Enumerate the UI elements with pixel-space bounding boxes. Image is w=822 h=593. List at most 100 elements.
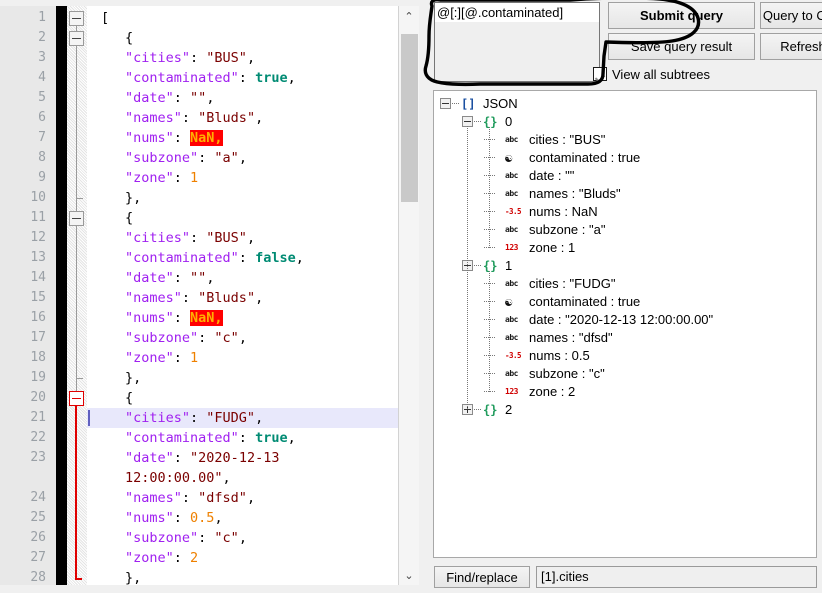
- fold-guide-line: [75, 406, 77, 578]
- tree-connector: [484, 229, 496, 230]
- tree-node[interactable]: abc date : "": [434, 167, 816, 185]
- code-line[interactable]: "date": "2020-12-13: [87, 448, 412, 468]
- tree-node[interactable]: {} 2: [434, 401, 816, 419]
- fold-toggle[interactable]: [69, 11, 84, 26]
- tree-node[interactable]: abc cities : "FUDG": [434, 275, 816, 293]
- tree-node[interactable]: abc subzone : "a": [434, 221, 816, 239]
- tree-node[interactable]: [] JSON: [434, 95, 816, 113]
- code-line[interactable]: "zone": 2: [87, 548, 412, 568]
- code-line[interactable]: "subzone": "c",: [87, 528, 412, 548]
- code-token: "date": [125, 270, 174, 286]
- code-line[interactable]: "subzone": "c",: [87, 328, 412, 348]
- refresh-button[interactable]: Refresh: [760, 33, 822, 60]
- code-line[interactable]: "contaminated": true,: [87, 68, 412, 88]
- submit-query-button[interactable]: Submit query: [608, 2, 755, 29]
- code-line[interactable]: [: [87, 8, 412, 28]
- fold-toggle[interactable]: [69, 391, 84, 406]
- editor-body[interactable]: 1 2 3 4 5 6 7 8 9 10 11 12 13 14 15 16 17 18 19 20 21 22 23 24 2…: [0, 6, 412, 585]
- tree-node-label: 2: [505, 402, 513, 417]
- code-token: "c": [214, 330, 239, 346]
- fold-end-tick: [76, 378, 83, 379]
- code-text-area[interactable]: [{"cities": "BUS", "contaminated": true, "…: [87, 6, 412, 585]
- tree-node[interactable]: 123 zone : 1: [434, 239, 816, 257]
- code-token: "names": [125, 290, 182, 306]
- code-line[interactable]: "nums": NaN,: [87, 128, 412, 148]
- code-token: :: [238, 250, 256, 266]
- code-line[interactable]: },: [87, 368, 412, 388]
- tree-node[interactable]: ☯ contaminated : true: [434, 293, 816, 311]
- tree-node[interactable]: abc cities : "BUS": [434, 131, 816, 149]
- code-token: :: [173, 450, 191, 466]
- code-line[interactable]: "nums": NaN,: [87, 308, 412, 328]
- line-number: 23: [30, 450, 46, 465]
- code-line[interactable]: "zone": 1: [87, 168, 412, 188]
- code-fold-gutter[interactable]: [67, 6, 87, 585]
- code-line[interactable]: "zone": 1: [87, 348, 412, 368]
- tree-node-label: contaminated : true: [529, 150, 641, 165]
- code-line[interactable]: "nums": 0.5,: [87, 508, 412, 528]
- tree-node[interactable]: {} 1: [434, 257, 816, 275]
- code-token: "2020-12-13: [190, 450, 280, 466]
- code-line[interactable]: "contaminated": true,: [87, 428, 412, 448]
- code-token: ,: [238, 330, 247, 346]
- tree-connector: [474, 265, 481, 266]
- code-line[interactable]: "names": "Bluds",: [87, 108, 412, 128]
- code-line[interactable]: "cities": "BUS",: [87, 228, 412, 248]
- code-line[interactable]: {: [87, 388, 412, 408]
- code-token: {: [125, 390, 134, 406]
- code-line[interactable]: {: [87, 28, 412, 48]
- query-box[interactable]: [434, 2, 600, 82]
- code-line[interactable]: 12:00:00.00",: [87, 468, 412, 488]
- json-tree-view[interactable]: [] JSON {} 0 abc cities : "BUS" ☯ contaminated …: [433, 90, 817, 558]
- fold-toggle[interactable]: [69, 31, 84, 46]
- tree-spine-node0: [489, 127, 490, 248]
- tree-node[interactable]: -3.5 nums : 0.5: [434, 347, 816, 365]
- view-all-subtrees-row[interactable]: View all subtrees: [593, 65, 710, 83]
- scroll-up-arrow[interactable]: ⌃: [399, 6, 419, 26]
- query-input[interactable]: [435, 3, 599, 22]
- code-line[interactable]: {: [87, 208, 412, 228]
- save-query-result-button[interactable]: Save query result: [608, 33, 755, 60]
- view-all-subtrees-checkbox[interactable]: [593, 67, 607, 81]
- tree-node[interactable]: -3.5 nums : NaN: [434, 203, 816, 221]
- code-line[interactable]: "names": "dfsd",: [87, 488, 412, 508]
- tree-node[interactable]: 123 zone : 2: [434, 383, 816, 401]
- find-replace-button[interactable]: Find/replace: [434, 566, 530, 588]
- tree-node[interactable]: ☯ contaminated : true: [434, 149, 816, 167]
- tree-node-label: zone : 2: [529, 384, 576, 399]
- code-token: :: [173, 170, 191, 186]
- tree-node-label: JSON: [483, 96, 518, 111]
- code-line[interactable]: "names": "Bluds",: [87, 288, 412, 308]
- code-line[interactable]: "date": "",: [87, 88, 412, 108]
- code-line[interactable]: "subzone": "a",: [87, 148, 412, 168]
- tree-node[interactable]: abc date : "2020-12-13 12:00:00.00": [434, 311, 816, 329]
- code-line[interactable]: "date": "",: [87, 268, 412, 288]
- scrollbar-thumb[interactable]: [401, 34, 418, 202]
- str-type-icon: abc: [505, 315, 518, 324]
- code-line[interactable]: "cities": "FUDG",: [87, 408, 412, 428]
- code-line[interactable]: "contaminated": false,: [87, 248, 412, 268]
- query-to-csv-button[interactable]: Query to CSV: [760, 2, 822, 29]
- tree-connector: [484, 301, 496, 302]
- code-line[interactable]: },: [87, 568, 412, 585]
- editor-vertical-scrollbar[interactable]: ⌃ ⌄: [398, 6, 419, 585]
- line-number: 17: [30, 330, 46, 345]
- scroll-down-arrow[interactable]: ⌄: [399, 565, 419, 585]
- tree-node[interactable]: abc names : "Bluds": [434, 185, 816, 203]
- code-token: ,: [255, 290, 264, 306]
- collapse-icon[interactable]: [440, 98, 451, 109]
- text-caret: [88, 410, 90, 426]
- code-line[interactable]: "cities": "BUS",: [87, 48, 412, 68]
- line-number: 10: [30, 190, 46, 205]
- code-token: ,: [238, 530, 247, 546]
- code-token: "FUDG": [206, 410, 256, 426]
- tree-node[interactable]: abc names : "dfsd": [434, 329, 816, 347]
- code-token: ,: [255, 410, 264, 426]
- tree-node-label: 0: [505, 114, 513, 129]
- code-line[interactable]: },: [87, 188, 412, 208]
- fold-toggle[interactable]: [69, 211, 84, 226]
- tree-node[interactable]: abc subzone : "c": [434, 365, 816, 383]
- tree-node[interactable]: {} 0: [434, 113, 816, 131]
- line-number: 11: [30, 210, 46, 225]
- code-token: :: [198, 150, 215, 166]
